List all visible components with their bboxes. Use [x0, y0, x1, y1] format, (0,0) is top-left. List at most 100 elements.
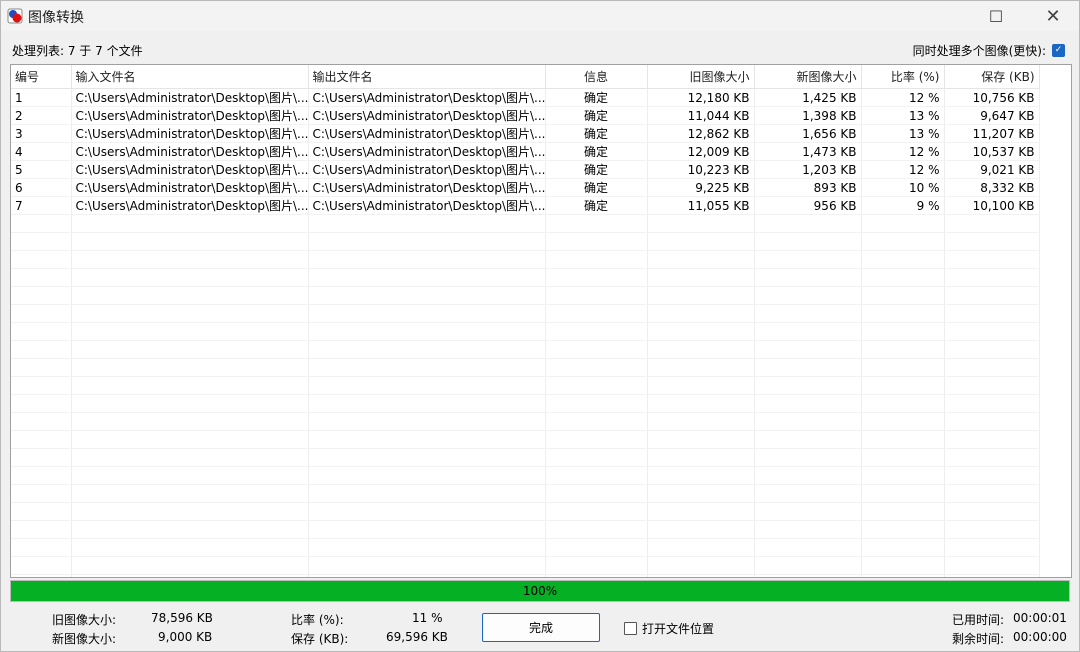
empty-cell [11, 448, 72, 467]
maximize-button[interactable]: ☐ [973, 1, 1019, 31]
table-row[interactable]: 2 C:\Users\Administrator\Desktop\图片\... C:… [11, 106, 1040, 125]
window-title: 图像转换 [28, 10, 84, 26]
empty-row [11, 250, 1040, 269]
done-button[interactable]: 完成 [482, 613, 600, 642]
column-header[interactable]: 输入文件名 [71, 65, 309, 89]
empty-cell [754, 268, 862, 287]
empty-cell [545, 502, 648, 521]
empty-cell [647, 394, 755, 413]
saved-value: 69,596 KB [386, 630, 448, 644]
empty-cell [545, 286, 648, 305]
empty-cell [861, 430, 945, 449]
empty-cell [545, 358, 648, 377]
cell-old: 10,223 KB [647, 160, 755, 179]
table-row[interactable]: 6 C:\Users\Administrator\Desktop\图片\... C:… [11, 178, 1040, 197]
empty-cell [308, 448, 546, 467]
empty-cell [71, 340, 309, 359]
process-list-count: 处理列表: 7 于 7 个文件 [12, 44, 143, 58]
empty-cell [944, 556, 1040, 575]
empty-cell [754, 286, 862, 305]
empty-cell [308, 466, 546, 485]
column-header[interactable]: 比率 (%) [861, 65, 945, 89]
close-button[interactable]: ✕ [1030, 1, 1076, 31]
empty-cell [545, 556, 648, 575]
cell-input: C:\Users\Administrator\Desktop\图片\... [71, 178, 309, 197]
empty-row [11, 304, 1040, 323]
cell-ratio: 10 % [861, 178, 945, 197]
column-header[interactable]: 编号 [11, 65, 72, 89]
empty-cell [861, 574, 945, 577]
column-header[interactable]: 信息 [545, 65, 648, 89]
empty-cell [308, 394, 546, 413]
empty-cell [545, 466, 648, 485]
cell-new: 1,203 KB [754, 160, 862, 179]
empty-cell [11, 466, 72, 485]
empty-cell [754, 502, 862, 521]
empty-cell [647, 250, 755, 269]
empty-cell [944, 538, 1040, 557]
cell-no: 1 [11, 88, 72, 107]
table-row[interactable]: 3 C:\Users\Administrator\Desktop\图片\... C:… [11, 124, 1040, 143]
table-row[interactable]: 1 C:\Users\Administrator\Desktop\图片\... C:… [11, 88, 1040, 107]
empty-cell [861, 556, 945, 575]
empty-cell [71, 394, 309, 413]
cell-old: 11,055 KB [647, 196, 755, 215]
empty-cell [944, 430, 1040, 449]
multi-process-checkbox[interactable]: ✓ [1052, 44, 1065, 57]
empty-cell [754, 430, 862, 449]
empty-cell [647, 322, 755, 341]
empty-cell [71, 268, 309, 287]
cell-new: 1,425 KB [754, 88, 862, 107]
empty-cell [944, 574, 1040, 577]
title-bar[interactable]: 图像转换 ☐ ✕ [1, 1, 1079, 31]
empty-cell [754, 538, 862, 557]
cell-ratio: 9 % [861, 196, 945, 215]
cell-old: 12,180 KB [647, 88, 755, 107]
cell-old: 9,225 KB [647, 178, 755, 197]
empty-row [11, 376, 1040, 395]
open-location-option[interactable]: 打开文件位置 [624, 620, 714, 637]
table-row[interactable]: 4 C:\Users\Administrator\Desktop\图片\... C:… [11, 142, 1040, 161]
empty-cell [71, 358, 309, 377]
remaining-value: 00:00:00 [1013, 630, 1067, 644]
empty-cell [754, 412, 862, 431]
empty-row [11, 412, 1040, 431]
empty-cell [647, 358, 755, 377]
empty-cell [861, 520, 945, 539]
cell-saved: 10,537 KB [944, 142, 1040, 161]
empty-cell [71, 376, 309, 395]
cell-ratio: 12 % [861, 160, 945, 179]
open-location-checkbox[interactable] [624, 622, 637, 635]
empty-cell [11, 358, 72, 377]
multi-process-option[interactable]: 同时处理多个图像(更快): ✓ [913, 42, 1065, 59]
ratio-label: 比率 (%): [291, 613, 344, 627]
empty-cell [308, 574, 546, 577]
column-header[interactable]: 旧图像大小 [647, 65, 755, 89]
empty-cell [754, 376, 862, 395]
column-header[interactable]: 新图像大小 [754, 65, 862, 89]
empty-cell [308, 502, 546, 521]
column-header[interactable]: 输出文件名 [308, 65, 546, 89]
empty-cell [647, 484, 755, 503]
progress-bar: 100% [10, 580, 1070, 602]
close-icon: ✕ [1045, 5, 1061, 27]
empty-cell [308, 322, 546, 341]
table-row[interactable]: 5 C:\Users\Administrator\Desktop\图片\... C:… [11, 160, 1040, 179]
empty-cell [861, 232, 945, 251]
empty-cell [71, 538, 309, 557]
empty-cell [11, 340, 72, 359]
column-header[interactable]: 保存 (KB) [944, 65, 1040, 89]
empty-cell [308, 358, 546, 377]
cell-new: 956 KB [754, 196, 862, 215]
cell-new: 1,398 KB [754, 106, 862, 125]
table-row[interactable]: 7 C:\Users\Administrator\Desktop\图片\... C:… [11, 196, 1040, 215]
empty-cell [754, 394, 862, 413]
empty-cell [647, 520, 755, 539]
empty-cell [647, 340, 755, 359]
empty-cell [944, 520, 1040, 539]
empty-cell [754, 304, 862, 323]
cell-saved: 9,647 KB [944, 106, 1040, 125]
empty-cell [944, 214, 1040, 233]
file-list[interactable]: 编号 输入文件名 输出文件名 信息 旧图像大小 新图像大小 比率 (%) 保存 (KB) 1C… [10, 64, 1072, 578]
empty-cell [11, 574, 72, 577]
